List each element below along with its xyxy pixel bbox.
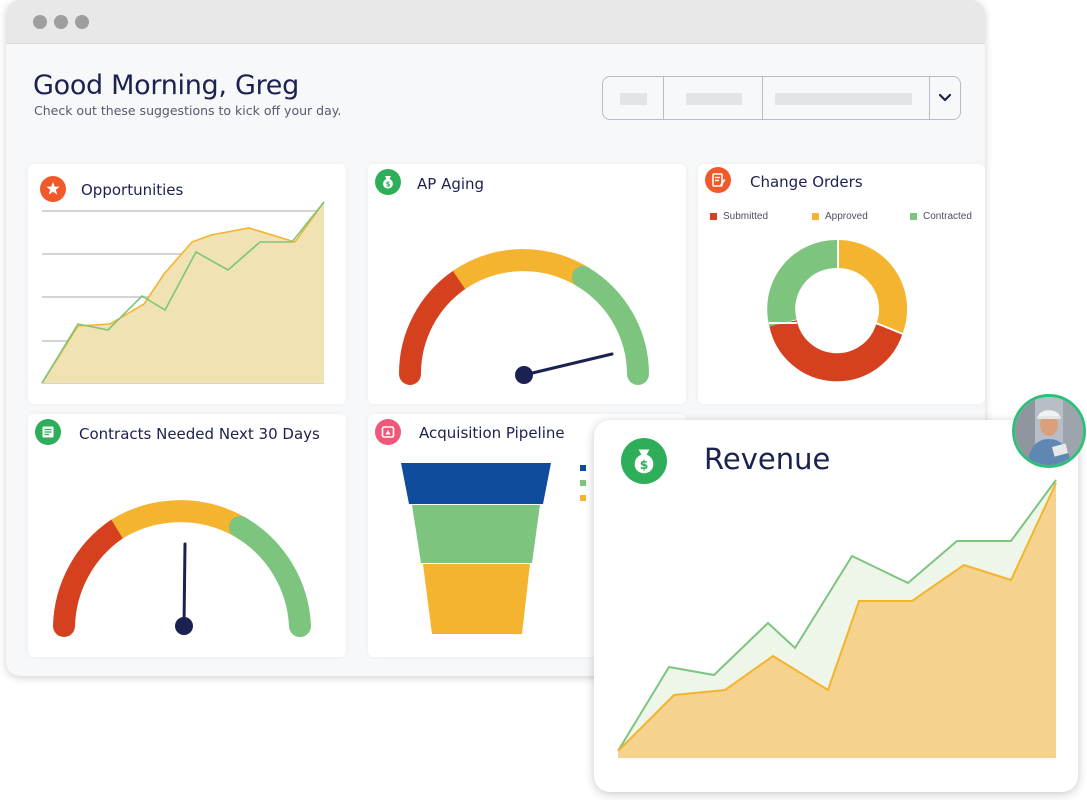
ap-aging-gauge bbox=[398, 249, 649, 385]
contracts-card[interactable]: Contracts Needed Next 30 Days bbox=[28, 414, 346, 657]
window-minimize-dot[interactable] bbox=[54, 15, 68, 29]
funnel-stage-3 bbox=[423, 564, 530, 634]
change-orders-card[interactable]: Change Orders Submitted Approved Contrac… bbox=[698, 164, 985, 404]
filter-placeholder bbox=[686, 93, 742, 105]
filter-placeholder bbox=[775, 93, 912, 105]
chevron-down-icon[interactable] bbox=[929, 77, 960, 119]
gauge-orange-segment bbox=[111, 500, 246, 539]
funnel-stage-2 bbox=[412, 505, 540, 563]
donut-contracted-slice bbox=[767, 240, 839, 327]
legend-swatch bbox=[580, 480, 586, 486]
donut-approved-slice bbox=[837, 239, 908, 334]
revenue-card[interactable]: $ Revenue bbox=[594, 420, 1078, 792]
filter-bar[interactable] bbox=[602, 76, 961, 120]
window-zoom-dot[interactable] bbox=[75, 15, 89, 29]
filter-segment-1[interactable] bbox=[603, 77, 664, 119]
filter-placeholder bbox=[620, 93, 647, 105]
gauge-green-segment bbox=[229, 516, 311, 637]
gauge-needle bbox=[182, 542, 187, 628]
filter-segment-3[interactable] bbox=[763, 77, 930, 119]
filter-segment-2[interactable] bbox=[664, 77, 763, 119]
greeting-title: Good Morning, Greg bbox=[33, 70, 299, 101]
greeting-subtitle: Check out these suggestions to kick off … bbox=[34, 103, 342, 118]
gauge-orange-segment bbox=[452, 249, 589, 290]
opportunities-card[interactable]: Opportunities bbox=[28, 164, 346, 404]
user-photo bbox=[1015, 397, 1083, 465]
avatar[interactable] bbox=[1012, 394, 1086, 468]
contracts-gauge bbox=[53, 500, 311, 637]
gauge-red-segment bbox=[53, 518, 128, 637]
opportunities-chart bbox=[41, 201, 325, 384]
window-titlebar bbox=[6, 0, 985, 44]
gauge-hub bbox=[515, 366, 533, 384]
legend-swatch bbox=[580, 465, 586, 471]
legend-swatch bbox=[580, 495, 586, 501]
window-close-dot[interactable] bbox=[33, 15, 47, 29]
gauge-needle bbox=[522, 352, 614, 377]
revenue-chart bbox=[617, 479, 1057, 758]
change-orders-donut bbox=[767, 239, 908, 382]
gauge-red-segment bbox=[398, 269, 470, 385]
gauge-hub bbox=[175, 617, 193, 635]
opportunities-area bbox=[42, 202, 324, 383]
ap-aging-card[interactable]: $ AP Aging bbox=[368, 164, 686, 404]
donut-submitted-slice bbox=[769, 319, 903, 382]
funnel-stage-1 bbox=[401, 463, 551, 504]
